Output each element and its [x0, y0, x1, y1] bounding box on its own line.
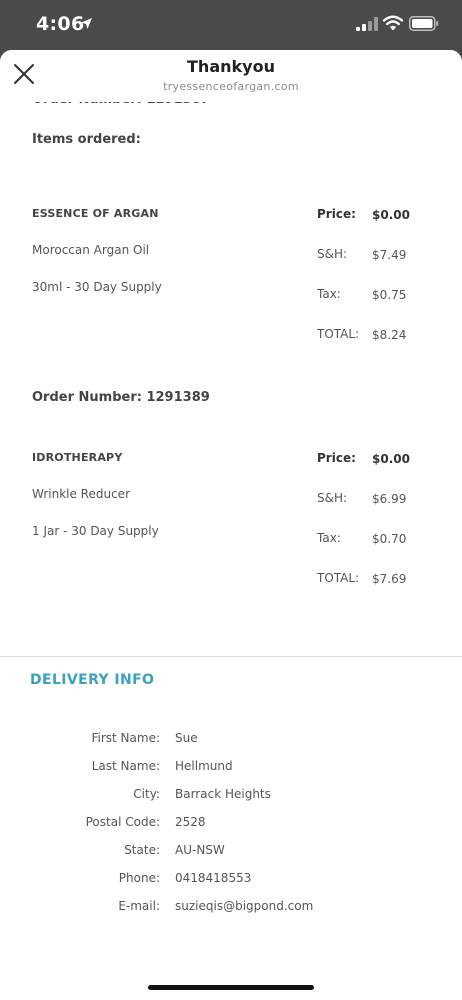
- product-size-1: 30ml - 30 Day Supply: [32, 280, 162, 294]
- total-label-2: TOTAL:: [317, 571, 360, 585]
- sheet-url: tryessenceofargan.com: [163, 80, 299, 93]
- sh-label-1: S&H:: [317, 247, 348, 261]
- total-value-2: $7.69: [372, 572, 407, 586]
- state-value: AU-NSW: [175, 843, 225, 857]
- postal-code-label: Postal Code:: [85, 815, 160, 829]
- city-value: Barrack Heights: [175, 787, 271, 801]
- postal-code-value: 2528: [175, 815, 206, 829]
- sh-value-1: $7.49: [372, 248, 407, 262]
- product-description-2: Wrinkle Reducer: [32, 487, 130, 501]
- page-content: Order Number: 1291387 Items ordered: ESS…: [0, 50, 462, 1000]
- last-name-label: Last Name:: [91, 759, 160, 773]
- total-value-1: $8.24: [372, 328, 407, 342]
- order-number-2: Order Number: 1291389: [32, 390, 210, 405]
- first-name-label: First Name:: [91, 731, 160, 745]
- home-indicator[interactable]: [148, 985, 314, 990]
- cellular-signal-icon: [356, 17, 378, 31]
- tax-label-2: Tax:: [317, 531, 341, 545]
- tax-value-2: $0.70: [372, 532, 407, 546]
- delivery-info-title: DELIVERY INFO: [30, 672, 155, 688]
- price-value-2: $0.00: [372, 452, 410, 466]
- first-name-value: Sue: [175, 731, 198, 745]
- section-divider: [0, 656, 462, 657]
- product-size-2: 1 Jar - 30 Day Supply: [32, 524, 159, 538]
- status-bar: 4:06: [0, 0, 462, 50]
- city-label: City:: [133, 787, 160, 801]
- email-value: suzieqis@bigpond.com: [175, 899, 314, 913]
- tax-label-1: Tax:: [317, 287, 341, 301]
- phone-label: Phone:: [118, 871, 160, 885]
- state-label: State:: [124, 843, 160, 857]
- sh-label-2: S&H:: [317, 491, 348, 505]
- total-label-1: TOTAL:: [317, 327, 360, 341]
- price-label-2: Price:: [317, 451, 356, 465]
- location-arrow-icon: [81, 18, 92, 29]
- battery-icon: [409, 16, 439, 31]
- price-label-1: Price:: [317, 207, 356, 221]
- product-name-1: ESSENCE OF ARGAN: [32, 207, 159, 220]
- email-label: E-mail:: [118, 899, 160, 913]
- phone-value: 0418418553: [175, 871, 252, 885]
- price-value-1: $0.00: [372, 208, 410, 222]
- product-name-2: IDROTHERAPY: [32, 451, 123, 464]
- last-name-value: Hellmund: [175, 759, 233, 773]
- sheet-title: Thankyou: [187, 57, 275, 76]
- product-description-1: Moroccan Argan Oil: [32, 243, 150, 257]
- wifi-icon: [383, 15, 403, 31]
- status-time: 4:06: [36, 13, 85, 35]
- sheet-header: Thankyou tryessenceofargan.com: [0, 50, 462, 102]
- items-ordered-label: Items ordered:: [32, 132, 141, 147]
- thankyou-sheet: Order Number: 1291387 Items ordered: ESS…: [0, 50, 462, 1000]
- tax-value-1: $0.75: [372, 288, 407, 302]
- sh-value-2: $6.99: [372, 492, 407, 506]
